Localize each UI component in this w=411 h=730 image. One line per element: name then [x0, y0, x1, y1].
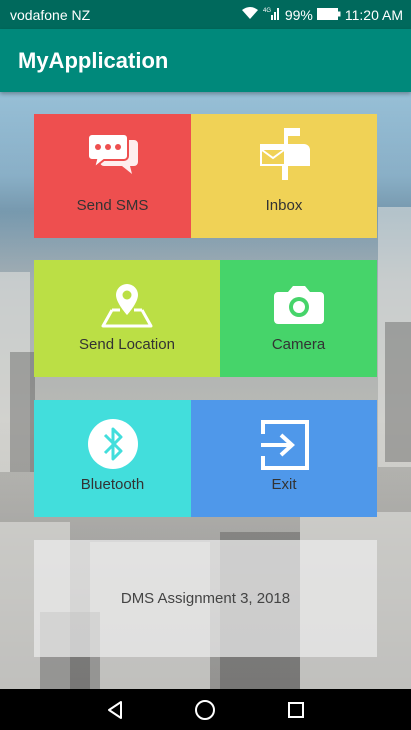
send-sms-tile[interactable]: Send SMS	[34, 114, 191, 238]
bluetooth-label: Bluetooth	[80, 476, 145, 493]
chat-bubbles-icon	[86, 132, 140, 180]
send-location-tile[interactable]: Send Location	[34, 260, 220, 377]
navigation-bar	[0, 689, 411, 730]
signal-icon: 4G	[263, 6, 281, 23]
mailbox-icon	[256, 128, 312, 184]
bluetooth-icon	[87, 418, 139, 474]
recents-icon[interactable]	[281, 695, 311, 725]
app-bar: MyApplication	[0, 29, 411, 92]
bluetooth-tile[interactable]: Bluetooth	[34, 400, 191, 517]
signal-text: 4G	[263, 8, 271, 14]
battery-percent: 99%	[284, 6, 313, 23]
camera-label: Camera	[271, 336, 326, 353]
battery-icon	[316, 7, 341, 23]
assignment-footer: DMS Assignment 3, 2018	[34, 540, 377, 657]
clock: 11:20 AM	[344, 6, 403, 23]
inbox-tile[interactable]: Inbox	[191, 114, 377, 238]
inbox-label: Inbox	[265, 197, 303, 214]
exit-label: Exit	[271, 476, 297, 493]
map-pin-icon	[100, 282, 154, 332]
app-title: MyApplication	[18, 47, 169, 73]
exit-icon	[257, 418, 311, 476]
send-sms-label: Send SMS	[76, 197, 149, 214]
footer-text: DMS Assignment 3, 2018	[120, 590, 291, 607]
camera-tile[interactable]: Camera	[220, 260, 377, 377]
home-icon[interactable]	[190, 695, 220, 725]
status-bar: vodafone NZ 4G 99% 11:20 AM	[0, 0, 411, 29]
wifi-icon	[241, 6, 259, 23]
exit-tile[interactable]: Exit	[191, 400, 377, 517]
back-icon[interactable]	[100, 695, 130, 725]
status-icons: 4G 99% 11:20 AM	[241, 6, 403, 23]
main-content: Send SMS Inbox Send Location Camera Blue…	[0, 92, 411, 689]
send-location-label: Send Location	[79, 336, 175, 353]
camera-icon	[272, 284, 326, 330]
carrier-label: vodafone NZ	[10, 6, 91, 23]
